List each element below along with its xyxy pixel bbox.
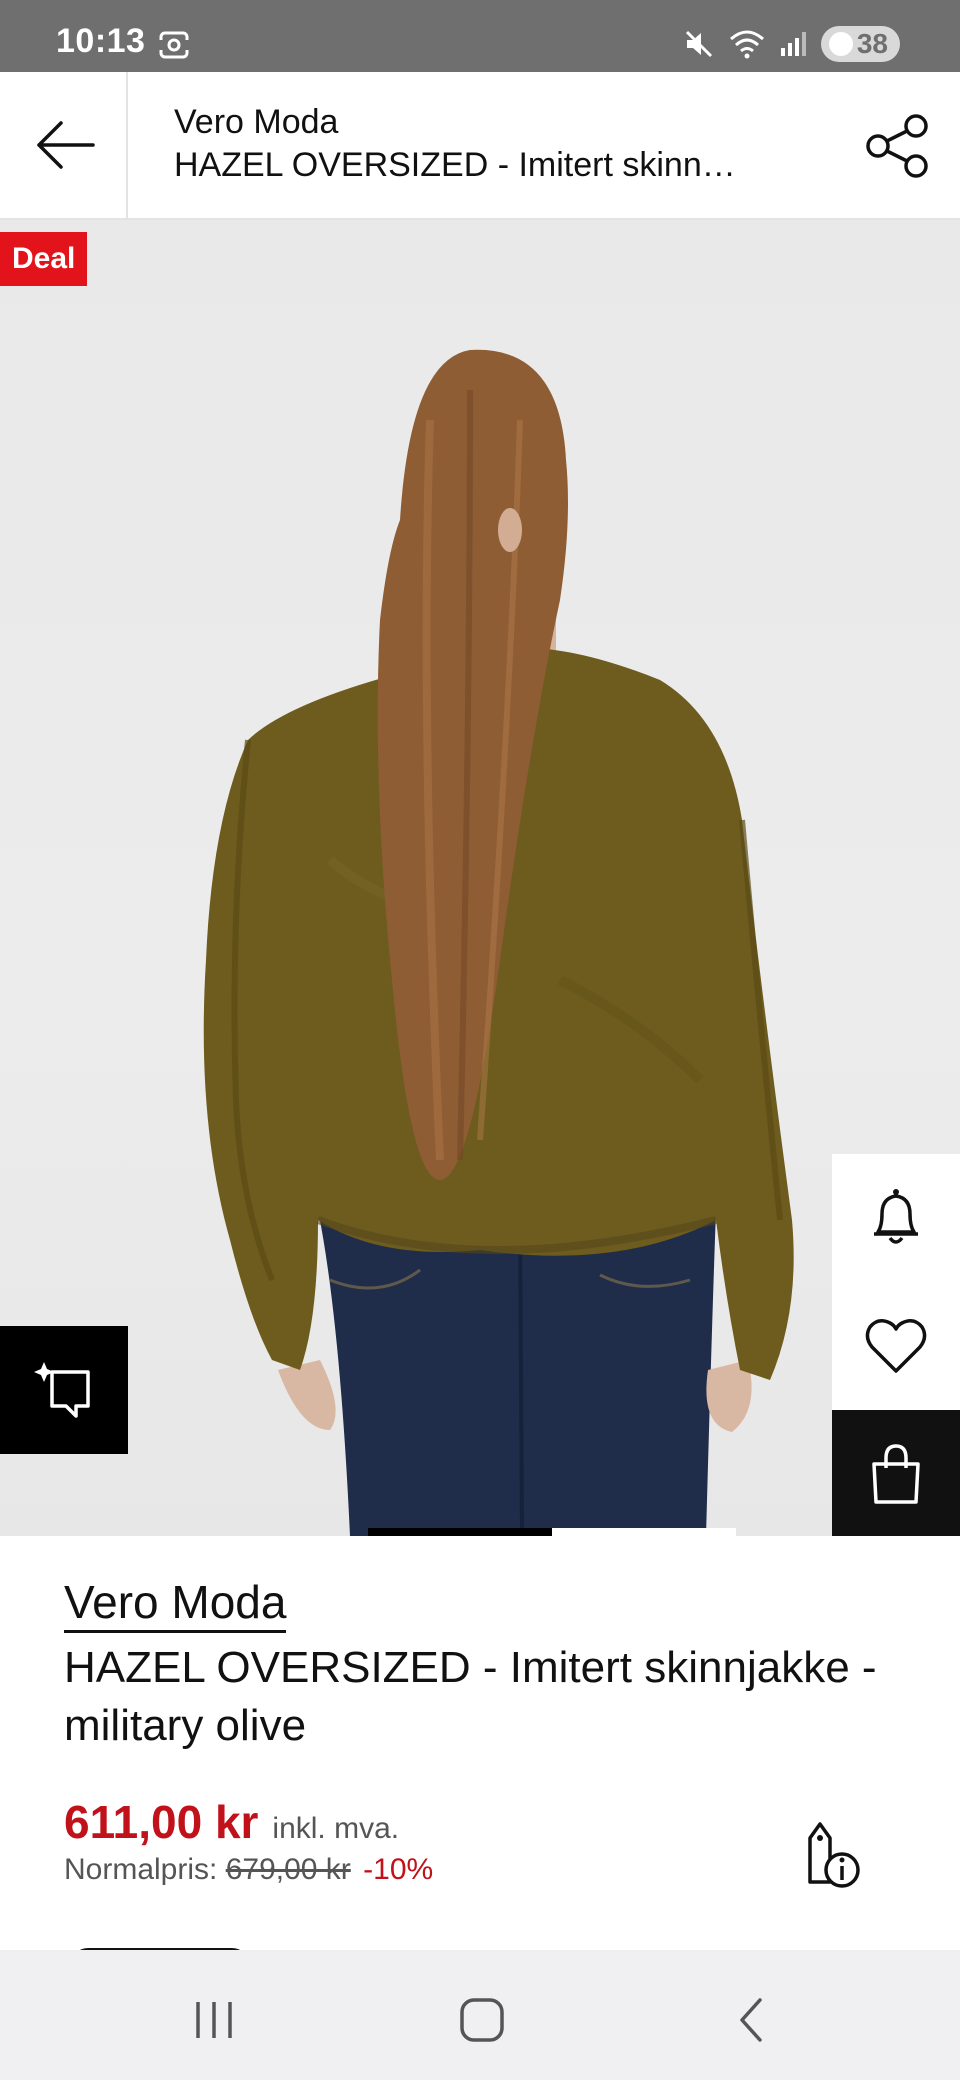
recents-button[interactable] [184,1990,244,2050]
share-button[interactable] [864,112,932,180]
wifi-icon [729,29,765,59]
discount-percent: -10% [363,1853,434,1886]
product-side-actions [832,1154,960,1536]
share-icon [864,112,932,180]
recents-icon [192,1998,236,2042]
ai-assistant-button[interactable] [0,1326,128,1454]
mute-icon [683,28,715,60]
header-title: HAZEL OVERSIZED - Imitert skinn… [174,146,736,184]
header-brand: Vero Moda [174,103,339,141]
arrow-left-icon [31,117,95,173]
notify-button[interactable] [832,1154,960,1282]
status-time: 10:13 [56,22,146,60]
wishlist-button[interactable] [832,1282,960,1410]
normal-price-row: Normalpris: 679,00 kr -10% [64,1853,924,1887]
battery-saver-icon [828,32,853,56]
home-icon [458,1996,506,2044]
sparkle-chat-icon [32,1358,96,1422]
price-tag-info-icon [796,1820,862,1890]
heart-icon [864,1317,928,1375]
bell-icon [868,1186,924,1250]
battery-level: 38 [856,28,888,59]
old-price: 679,00 kr [225,1853,351,1886]
back-icon [732,1996,772,2044]
current-price: 611,00 kr [64,1796,259,1848]
gallery-indicator [368,1528,736,1536]
product-name: HAZEL OVERSIZED - Imitert skinnjakke - m… [64,1643,877,1750]
brand-link[interactable]: Vero Moda [64,1576,287,1633]
product-image-gallery[interactable]: Deal [0,220,960,1536]
header-titles: Vero Moda HAZEL OVERSIZED - Imitert skin… [174,102,814,188]
shopping-bag-icon [868,1442,924,1506]
vat-note: inkl. mva. [272,1812,400,1845]
product-photo [203,349,794,1536]
back-button[interactable] [0,72,128,218]
gallery-indicator-active [368,1528,552,1536]
deal-badge: Deal [0,232,88,286]
battery-icon: 38 [820,26,900,62]
normal-price-label: Normalpris: [64,1853,218,1886]
signal-icon [779,30,807,58]
add-to-bag-button[interactable] [832,1410,960,1536]
product-info: Vero Moda HAZEL OVERSIZED - Imitert skin… [64,1576,924,1887]
system-nav-bar [0,1950,960,2080]
top-app-bar: Vero Moda HAZEL OVERSIZED - Imitert skin… [0,72,960,220]
price-row: 611,00 kr inkl. mva. [64,1795,924,1849]
home-button[interactable] [452,1990,512,2050]
screenshot-icon [158,30,190,60]
status-bar: 10:13 38 [0,0,960,72]
system-back-button[interactable] [722,1990,782,2050]
price-info-button[interactable] [796,1820,862,1890]
status-icons: 38 [683,24,900,64]
